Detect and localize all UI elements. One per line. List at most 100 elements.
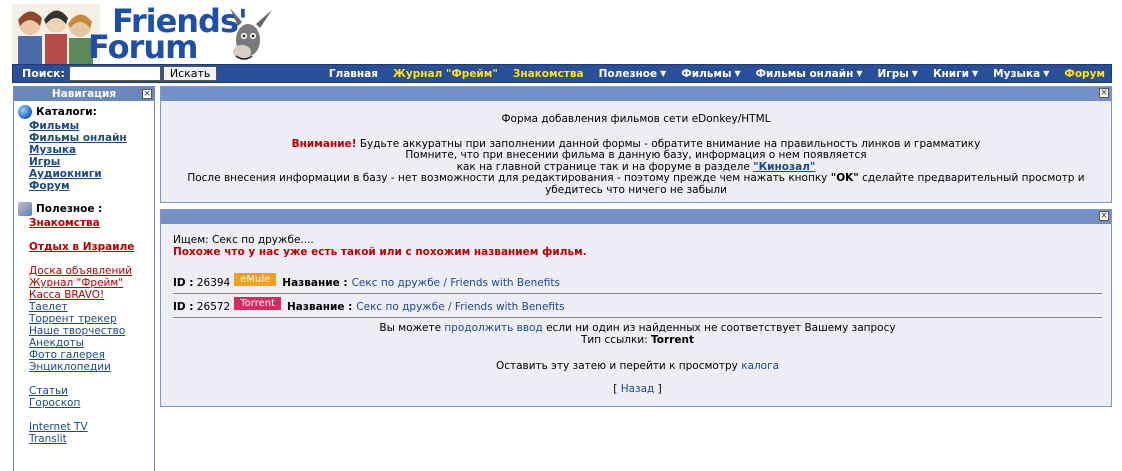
leave-text: Оставить эту затею и перейти к просмотру <box>495 360 742 372</box>
dropdown-arrow-icon: ▼ <box>734 69 741 78</box>
kinozal-link[interactable]: "Кинозал" <box>753 161 815 173</box>
menu-item-journal[interactable]: Журнал "Фрейм" <box>393 68 498 80</box>
menu-item-label: Форум <box>1064 67 1105 80</box>
menu-item-label: Полезное <box>598 67 658 80</box>
result-id: 26394 <box>196 277 231 289</box>
menu-item-forum[interactable]: Форум <box>1064 68 1105 80</box>
sidebar-item-films-online[interactable]: Фильмы онлайн <box>29 132 154 144</box>
menu-item-useful[interactable]: Полезное ▼ <box>599 68 667 80</box>
useful-heading: Полезное : <box>18 202 154 216</box>
sidebar-item-films[interactable]: Фильмы <box>29 120 154 132</box>
continue-suffix: если ни один из найденных не соответству… <box>542 322 896 334</box>
search-input[interactable] <box>68 66 161 81</box>
searching-text: Ищем: Секс по дружбе.... <box>173 234 314 246</box>
id-label: ID : <box>173 301 194 313</box>
sidebar-item-israel[interactable]: Отдых в Израиле <box>29 241 154 253</box>
panel-header: × <box>161 210 1111 224</box>
sidebar-item-journal[interactable]: Журнал "Фрейм" <box>29 277 154 289</box>
sidebar-item-audiobooks[interactable]: Аудиокниги <box>29 168 154 180</box>
sidebar-item-dating[interactable]: Знакомства <box>29 217 154 229</box>
continue-prefix: Вы можете <box>379 322 445 334</box>
close-icon[interactable]: × <box>1099 211 1109 221</box>
info-text: сделайте предварительный просмотр и <box>858 172 1085 184</box>
menu-item-label: Фильмы онлайн <box>755 67 854 80</box>
tools-icon <box>18 202 32 216</box>
continue-input-link[interactable]: продолжить ввод <box>444 322 542 334</box>
menu-item-music[interactable]: Музыка ▼ <box>993 68 1049 80</box>
menu-item-films-online[interactable]: Фильмы онлайн ▼ <box>756 68 863 80</box>
sidebar-item-creativity[interactable]: Наше творчество <box>29 325 154 337</box>
back-link[interactable]: Назад <box>621 383 655 395</box>
sidebar-item-horoscope[interactable]: Гороскоп <box>29 397 154 409</box>
catalogs-title: Каталоги: <box>36 106 97 118</box>
duplicate-warning: Похоже что у нас уже есть такой или с по… <box>173 246 587 258</box>
back-line: [ Назад ] <box>173 383 1102 395</box>
result-title-link[interactable]: Секс по дружбе / Friends with Benefits <box>352 277 560 289</box>
name-label: Название : <box>287 301 353 313</box>
info-panel: × Форма добавления фильмов сети eDonkey/… <box>160 86 1112 203</box>
link-type-label: Тип ссылки: <box>581 334 652 346</box>
sidebar-item-articles[interactable]: Статьи <box>29 385 154 397</box>
main-menu: Главная Журнал "Фрейм" Знакомства Полезн… <box>314 68 1105 80</box>
search-results-panel: × Ищем: Секс по дружбе.... Похоже что у … <box>160 209 1112 407</box>
close-icon[interactable]: × <box>1099 88 1109 98</box>
menu-item-dating[interactable]: Знакомства <box>513 68 584 80</box>
menu-item-label: Журнал "Фрейм" <box>393 67 498 80</box>
sidebar-item-jokes[interactable]: Анекдоты <box>29 337 154 349</box>
emule-badge: eMule <box>234 272 277 286</box>
sidebar-header: Навигация × <box>14 87 154 101</box>
sidebar-item-forum[interactable]: Форум <box>29 180 154 192</box>
sidebar-item-taelet[interactable]: Таелет <box>29 301 154 313</box>
globe-icon <box>18 105 32 119</box>
info-line: убедитесь что ничего не забыли <box>545 183 727 196</box>
menu-item-label: Знакомства <box>512 67 584 80</box>
navigation-sidebar: Навигация × Каталоги: Фильмы Фильмы онла… <box>13 86 155 471</box>
donkey-mascot-image <box>230 8 272 60</box>
name-label: Название : <box>282 277 348 289</box>
site-logo[interactable]: Friends' Forum <box>12 2 272 66</box>
dropdown-arrow-icon: ▼ <box>660 69 667 78</box>
menu-item-label: Книги <box>932 67 969 80</box>
ok-label: "OK" <box>830 172 859 184</box>
catalog-link[interactable]: калога <box>741 360 779 372</box>
sidebar-item-photo-gallery[interactable]: Фото галерея <box>29 349 154 361</box>
menu-item-label: Главная <box>328 67 379 80</box>
sidebar-item-board[interactable]: Доска объявлений <box>29 265 154 277</box>
info-line: После внесения информации в базу - нет в… <box>161 172 1111 185</box>
form-title: Форма добавления фильмов сети eDonkey/HT… <box>501 113 771 125</box>
anime-characters-image <box>12 4 100 64</box>
dropdown-arrow-icon: ▼ <box>856 69 863 78</box>
sidebar-item-torrent-tracker[interactable]: Торрент трекер <box>29 313 154 325</box>
leave-line: Оставить эту затею и перейти к просмотру… <box>173 360 1102 372</box>
bracket-open: [ <box>613 383 621 395</box>
menu-item-books[interactable]: Книги ▼ <box>933 68 978 80</box>
torrent-badge: Torrent <box>234 296 281 310</box>
result-id: 26572 <box>196 301 231 313</box>
useful-title: Полезное : <box>36 203 103 215</box>
warning-label: Внимание! <box>291 137 357 150</box>
info-text: После внесения информации в базу - нет в… <box>187 172 831 184</box>
sidebar-item-internet-tv[interactable]: Internet TV <box>29 421 154 433</box>
bracket-close: ] <box>654 383 662 395</box>
info-text: как на главной странице так и на форуме … <box>456 160 754 173</box>
menu-item-films[interactable]: Фильмы ▼ <box>681 68 740 80</box>
sidebar-item-encyclopedias[interactable]: Энциклопедии <box>29 361 154 373</box>
sidebar-item-games[interactable]: Игры <box>29 156 154 168</box>
sidebar-item-bravo[interactable]: Касса BRAVO! <box>29 289 154 301</box>
menu-item-home[interactable]: Главная <box>329 68 378 80</box>
close-icon[interactable]: × <box>142 89 152 99</box>
menu-item-label: Игры <box>877 67 909 80</box>
sidebar-item-translit[interactable]: Translit <box>29 433 154 445</box>
search-button[interactable]: Искать <box>162 66 218 81</box>
menu-item-games[interactable]: Игры ▼ <box>878 68 918 80</box>
sidebar-item-music[interactable]: Музыка <box>29 144 154 156</box>
menu-item-label: Музыка <box>993 67 1041 80</box>
result-title-link[interactable]: Секс по дружбе / Friends with Benefits <box>356 301 564 313</box>
sidebar-title: Навигация <box>51 88 117 100</box>
dropdown-arrow-icon: ▼ <box>1043 69 1050 78</box>
panel-header: × <box>161 87 1111 101</box>
id-label: ID : <box>173 277 194 289</box>
result-row: ID : 26394 eMule Название : Секс по друж… <box>173 272 1102 294</box>
link-type-line: Тип ссылки: Torrent <box>173 334 1102 346</box>
top-navigation-bar: Поиск: Искать Главная Журнал "Фрейм" Зна… <box>12 64 1112 83</box>
